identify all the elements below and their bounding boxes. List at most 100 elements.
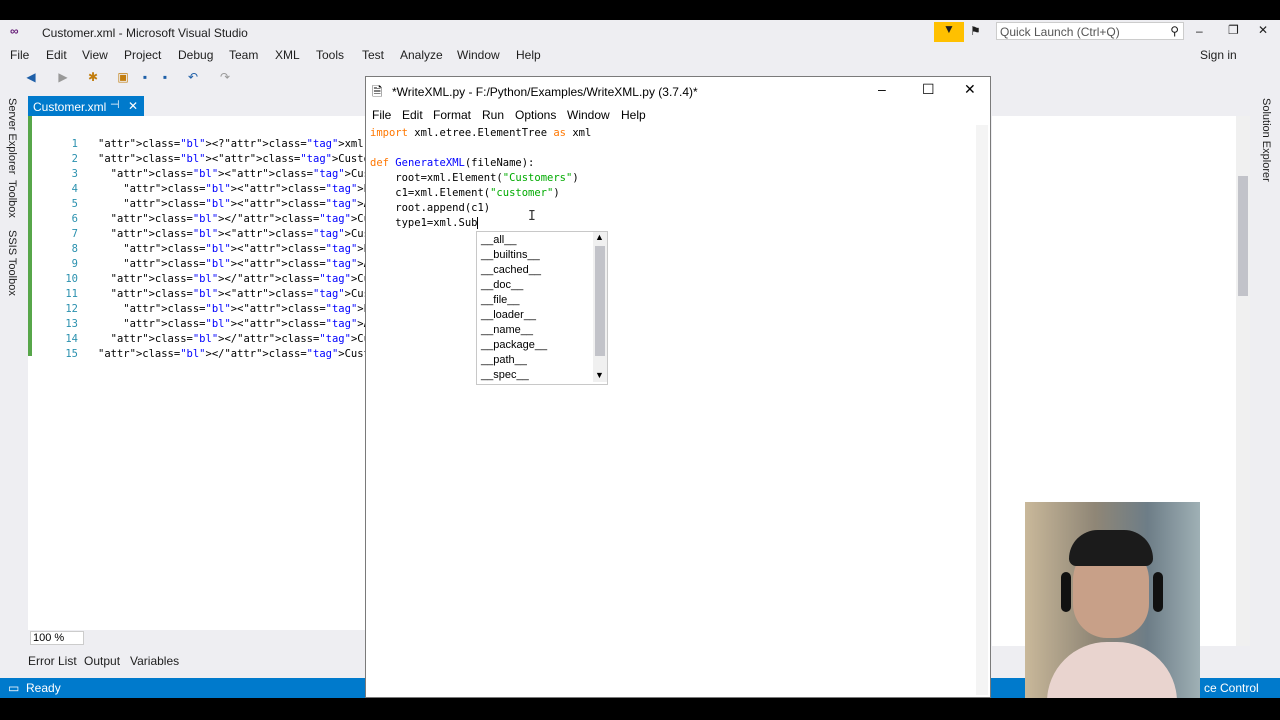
menu-team[interactable]: Team xyxy=(229,48,258,62)
scroll-thumb[interactable] xyxy=(1238,176,1248,296)
xml-code-line: "attr">class="bl"><"attr">class="tag">Cu… xyxy=(110,168,368,180)
quick-launch-placeholder: Quick Launch (Ctrl+Q) xyxy=(1000,25,1120,39)
restore-icon[interactable]: ❐ xyxy=(1228,23,1239,37)
webcam-overlay xyxy=(1025,502,1200,698)
save-icon[interactable]: ▪ xyxy=(138,70,152,84)
text-cursor-icon: I xyxy=(528,209,536,224)
xml-line-number: 6 xyxy=(71,213,78,225)
autocomplete-item[interactable]: __path__ xyxy=(481,353,527,368)
xml-code-line: "attr">class="bl"><?"attr">class="tag">x… xyxy=(98,138,368,150)
xml-code-line: "attr">class="bl"></"attr">class="tag">C… xyxy=(110,213,368,225)
autocomplete-item[interactable]: __cached__ xyxy=(481,263,541,278)
autocomplete-list[interactable]: __all__ __builtins__ __cached__ __doc__ __fi… xyxy=(476,231,608,385)
autocomplete-scroll-thumb[interactable] xyxy=(595,246,605,356)
idle-scrollbar[interactable] xyxy=(976,125,988,695)
idle-code-area[interactable]: import xml.etree.ElementTree as xml def … xyxy=(370,127,970,687)
xml-line-number: 1 xyxy=(71,138,78,150)
xml-code-line: "attr">class="bl"><"attr">class="tag">Cu… xyxy=(98,153,368,165)
idle-menu-edit[interactable]: Edit xyxy=(402,108,423,122)
tab-error-list[interactable]: Error List xyxy=(28,654,77,668)
menu-help[interactable]: Help xyxy=(516,48,541,62)
redo-icon[interactable]: ↷ xyxy=(218,70,232,84)
idle-menu-help[interactable]: Help xyxy=(621,108,646,122)
save-all-icon[interactable]: ▪ xyxy=(158,70,172,84)
xml-code-line: "attr">class="bl"></"attr">class="tag">C… xyxy=(110,333,368,345)
status-text: Ready xyxy=(26,681,61,695)
close-icon[interactable]: ✕ xyxy=(1258,23,1268,37)
autocomplete-scrollbar[interactable]: ▲ ▼ xyxy=(593,232,607,382)
xml-line-number: 10 xyxy=(65,273,78,285)
status-icon: ▭ xyxy=(8,681,20,695)
menu-test[interactable]: Test xyxy=(362,48,384,62)
xml-editor[interactable]: 1 "attr">class="bl"><?"attr">class="tag">… xyxy=(28,116,368,630)
idle-window-title: *WriteXML.py - F:/Python/Examples/WriteX… xyxy=(392,85,698,99)
zoom-bar: 100 % xyxy=(28,630,368,646)
toolbox-tab[interactable]: Toolbox xyxy=(6,180,18,218)
forward-icon[interactable]: ▶ xyxy=(56,70,70,84)
idle-menu-file[interactable]: File xyxy=(372,108,391,122)
idle-editor-window: 🗎 *WriteXML.py - F:/Python/Examples/Writ… xyxy=(365,76,991,698)
menu-file[interactable]: File xyxy=(10,48,29,62)
idle-menu-options[interactable]: Options xyxy=(515,108,556,122)
feedback-icon[interactable]: ⚑ xyxy=(970,24,981,38)
undo-icon[interactable]: ↶ xyxy=(186,70,200,84)
menu-tools[interactable]: Tools xyxy=(316,48,344,62)
idle-maximize-icon[interactable]: ☐ xyxy=(922,81,935,98)
autocomplete-item[interactable]: __name__ xyxy=(481,323,533,338)
quick-launch-input[interactable]: Quick Launch (Ctrl+Q) ⚲ xyxy=(996,22,1184,40)
code-line-7: type1=xml.Sub xyxy=(370,217,479,229)
autocomplete-item[interactable]: __doc__ xyxy=(481,278,523,293)
idle-menu-window[interactable]: Window xyxy=(567,108,610,122)
minimize-icon[interactable]: – xyxy=(1196,24,1203,38)
document-tab-customer-xml[interactable]: Customer.xml ⊣ ✕ xyxy=(28,96,144,116)
menu-analyze[interactable]: Analyze xyxy=(400,48,443,62)
xml-line-number: 14 xyxy=(65,333,78,345)
menu-project[interactable]: Project xyxy=(124,48,161,62)
solution-explorer-tab[interactable]: Solution Explorer xyxy=(1260,98,1272,182)
idle-title-bar: 🗎 *WriteXML.py - F:/Python/Examples/Writ… xyxy=(366,77,990,105)
scroll-up-icon[interactable]: ▲ xyxy=(595,232,604,242)
menu-edit[interactable]: Edit xyxy=(46,48,67,62)
back-icon[interactable]: ◀ xyxy=(24,70,38,84)
autocomplete-item[interactable]: __file__ xyxy=(481,293,520,308)
xml-code-line: "attr">class="bl"></"attr">class="tag">C… xyxy=(110,273,368,285)
vs-logo-icon: ∞ xyxy=(10,24,19,38)
idle-close-icon[interactable]: ✕ xyxy=(964,81,976,98)
autocomplete-item[interactable]: __spec__ xyxy=(481,368,529,383)
sign-in-link[interactable]: Sign in xyxy=(1200,48,1237,62)
search-icon: ⚲ xyxy=(1170,24,1179,38)
vertical-scrollbar[interactable] xyxy=(1236,116,1250,646)
xml-line-number: 5 xyxy=(71,198,78,210)
right-tool-strip: Solution Explorer xyxy=(1254,92,1280,692)
scroll-down-icon[interactable]: ▼ xyxy=(595,370,604,380)
open-file-icon[interactable]: ▣ xyxy=(116,70,130,84)
menu-view[interactable]: View xyxy=(82,48,108,62)
autocomplete-item[interactable]: __loader__ xyxy=(481,308,536,323)
idle-menu-format[interactable]: Format xyxy=(433,108,471,122)
menu-debug[interactable]: Debug xyxy=(178,48,213,62)
idle-minimize-icon[interactable]: – xyxy=(878,81,886,97)
tab-close-icon[interactable]: ✕ xyxy=(128,99,138,113)
autocomplete-item[interactable]: __builtins__ xyxy=(481,248,540,263)
ssis-toolbox-tab[interactable]: SSIS Toolbox xyxy=(6,230,18,296)
zoom-select[interactable]: 100 % xyxy=(30,631,84,645)
tab-variables[interactable]: Variables xyxy=(130,654,179,668)
code-line-4: root=xml.Element("Customers") xyxy=(370,172,579,184)
menu-window[interactable]: Window xyxy=(457,48,500,62)
xml-line-number: 12 xyxy=(65,303,78,315)
source-control-button[interactable]: ce Control xyxy=(1204,681,1259,695)
headphone-right xyxy=(1153,572,1163,612)
xml-code-line: "attr">class="bl"><"attr">class="tag">Cu… xyxy=(110,288,368,300)
server-explorer-tab[interactable]: Server Explorer xyxy=(6,98,18,174)
pin-icon[interactable]: ⊣ xyxy=(110,98,120,111)
autocomplete-item[interactable]: __package__ xyxy=(481,338,547,353)
menu-xml[interactable]: XML xyxy=(275,48,300,62)
filter-icon[interactable]: ▼ xyxy=(934,22,964,42)
xml-line-number: 8 xyxy=(71,243,78,255)
autocomplete-item[interactable]: __all__ xyxy=(481,233,516,248)
tab-output[interactable]: Output xyxy=(84,654,120,668)
new-project-icon[interactable]: ✱ xyxy=(86,70,100,84)
idle-menu-run[interactable]: Run xyxy=(482,108,504,122)
xml-code-line: "attr">class="bl"><"attr">class="tag">Pl… xyxy=(123,243,368,255)
doc-tab-label: Customer.xml xyxy=(33,100,107,114)
